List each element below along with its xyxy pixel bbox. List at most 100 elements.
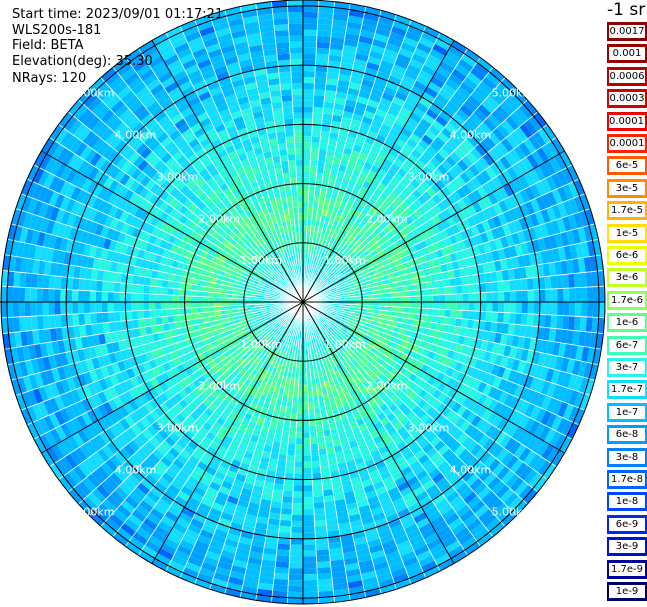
range-gate: [291, 514, 303, 522]
range-gate: [509, 312, 516, 325]
range-gate: [462, 284, 469, 294]
range-gate: [303, 71, 316, 78]
range-gate: [178, 289, 186, 296]
range-gate: [298, 390, 303, 397]
range-gate: [303, 455, 312, 462]
range-gate: [303, 76, 315, 84]
range-gate: [303, 503, 314, 510]
range-gate: [113, 292, 120, 302]
range-gate: [293, 485, 303, 492]
range-gate: [444, 302, 452, 310]
range-gate: [196, 302, 203, 308]
range-gate: [303, 390, 308, 397]
range-gate: [277, 459, 287, 467]
range-gate: [313, 496, 325, 504]
range-gate: [544, 276, 552, 290]
range-gate: [155, 278, 163, 288]
range-gate: [137, 284, 144, 294]
range-gate: [138, 318, 146, 328]
range-gate: [309, 425, 317, 433]
range-gate: [551, 288, 558, 302]
range-gate: [433, 302, 440, 310]
range-gate: [303, 159, 311, 166]
range-gate: [391, 302, 398, 307]
range-gate: [288, 574, 303, 581]
range-gate: [426, 288, 434, 296]
range-gate: [83, 290, 91, 302]
range-gate: [276, 549, 290, 557]
range-gate: [568, 273, 576, 289]
range-gate: [280, 436, 289, 444]
range-gate: [303, 479, 313, 486]
range-gate: [509, 302, 517, 314]
range-gate: [289, 544, 303, 551]
range-gate: [562, 315, 570, 330]
range-gate: [314, 519, 327, 527]
range-gate: [308, 413, 316, 421]
range-gate: [527, 289, 534, 302]
range-gate: [30, 302, 37, 317]
range-gate: [42, 302, 49, 316]
range-gate: [443, 316, 451, 326]
range-gate: [160, 302, 167, 310]
range-gate: [303, 29, 318, 36]
range-gate: [296, 426, 303, 433]
range-gate: [444, 294, 452, 302]
range-gate: [290, 538, 303, 545]
range-gate: [311, 130, 321, 138]
range-gate: [568, 315, 576, 331]
range-gate: [48, 302, 55, 316]
range-gate: [310, 148, 320, 155]
range-gate: [280, 508, 293, 515]
range-gate: [515, 279, 522, 291]
range-gate: [414, 307, 422, 315]
range-gate: [178, 302, 185, 309]
range-gate: [551, 302, 558, 316]
range-gate: [83, 302, 91, 314]
range-gate: [312, 490, 324, 498]
range-gate: [184, 295, 191, 302]
range-gate: [297, 408, 303, 415]
range-gate: [303, 88, 315, 96]
range-gate: [504, 302, 511, 313]
range-gate: [143, 293, 150, 302]
range-gate: [433, 294, 440, 302]
range-gate: [303, 124, 313, 131]
range-gate: [24, 287, 31, 302]
range-gate: [303, 574, 318, 581]
range-gate: [286, 449, 296, 456]
range-gate: [295, 432, 303, 439]
range-gate: [303, 426, 310, 433]
range-gate: [149, 277, 157, 287]
range-gate: [486, 302, 493, 312]
range-gate: [310, 160, 318, 167]
range-gate: [184, 307, 192, 315]
range-gate: [450, 293, 457, 302]
range-gate: [466, 319, 474, 329]
range-gate: [579, 316, 587, 332]
range-gate: [311, 142, 320, 149]
range-gate: [598, 302, 605, 318]
range-gate: [303, 414, 310, 421]
range-gate: [155, 309, 162, 318]
range-gate: [303, 597, 319, 604]
range-gate: [385, 297, 392, 302]
range-gate: [467, 310, 475, 320]
range-gate: [314, 71, 328, 79]
range-gate: [155, 316, 163, 326]
range-gate: [66, 302, 73, 315]
range-gate: [298, 384, 303, 391]
range-gate: [303, 136, 312, 143]
range-gate: [444, 286, 451, 295]
range-gate: [184, 302, 191, 309]
range-gate: [178, 308, 186, 315]
range-gate: [580, 302, 588, 317]
range-gate: [303, 41, 317, 48]
range-gate: [557, 302, 564, 316]
range-gate: [303, 520, 315, 528]
range-gate: [303, 5, 319, 13]
range-gate: [303, 35, 317, 42]
range-gate: [42, 288, 49, 302]
range-gate: [294, 455, 303, 462]
range-gate: [409, 296, 416, 302]
